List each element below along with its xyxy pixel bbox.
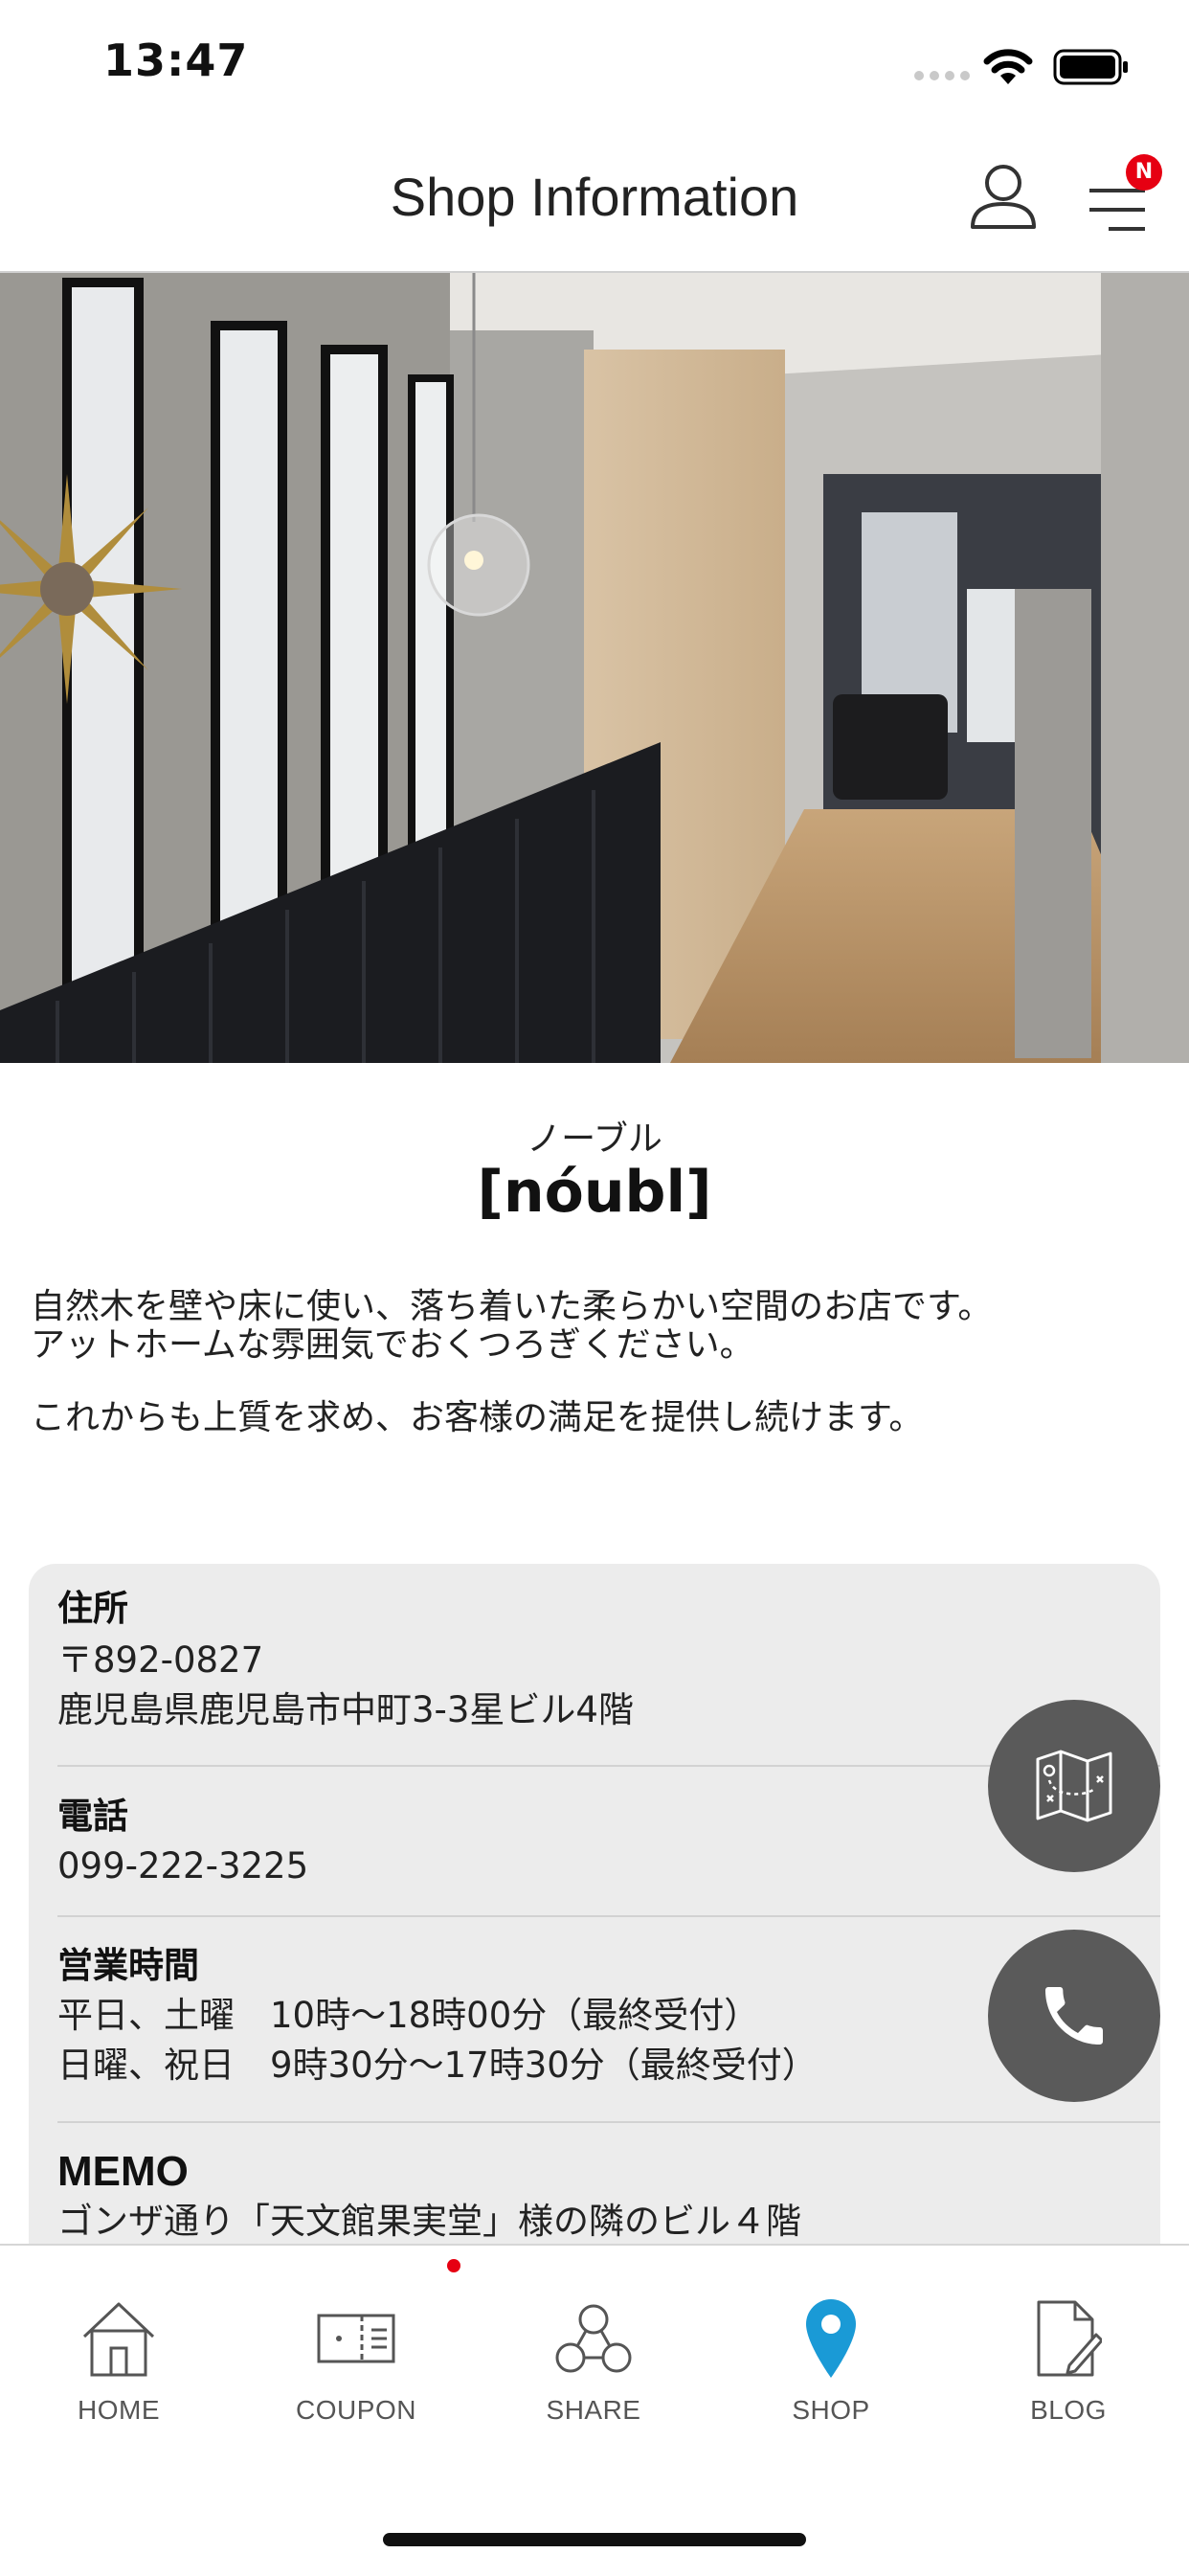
memo-section: MEMO ゴンザ通り「天文館果実堂」様の隣のビル４階 (57, 2151, 1130, 2247)
hours-section: 営業時間 平日、土曜 10時～18時00分（最終受付） 日曜、祝日 9時30分～… (57, 1945, 1130, 2090)
shop-description: 自然木を壁や床に使い、落ち着いた柔らかい空間のお店です。 アットホームな雰囲気で… (31, 1288, 1160, 1437)
phone-section: 電話 099-222-3225 (57, 1796, 1130, 1891)
call-button[interactable] (988, 1930, 1160, 2102)
tab-notification-dot (447, 2259, 460, 2272)
hours-label: 営業時間 (57, 1945, 199, 1986)
phone-label: 電話 (57, 1796, 128, 1837)
menu-button[interactable]: N (1082, 154, 1162, 240)
coupon-icon (317, 2314, 395, 2363)
description-line: 自然木を壁や床に使い、落ち着いた柔らかい空間のお店です。 (31, 1287, 993, 1326)
battery-icon (1053, 49, 1128, 85)
app-header: Shop Information N (0, 129, 1189, 273)
wifi-icon (983, 49, 1033, 84)
bottom-tab-bar: HOME COUPON SHARE SHOP BLOG (0, 2244, 1189, 2576)
tab-shop-label: SHOP (792, 2395, 870, 2425)
cellular-signal-icon (914, 71, 970, 80)
divider (57, 2121, 1160, 2123)
home-icon (82, 2302, 155, 2377)
phone-icon (1045, 1987, 1103, 2045)
blog-icon (1037, 2300, 1102, 2377)
memo-text: ゴンザ通り「天文館果実堂」様の隣のビル４階 (57, 2201, 801, 2242)
account-button[interactable] (965, 158, 1042, 235)
shop-info-card: 住所 〒892-0827 鹿児島県鹿児島市中町3-3星ビル4階 電話 099-2… (29, 1564, 1160, 2292)
user-icon (971, 165, 1036, 229)
map-button[interactable] (988, 1700, 1160, 1872)
status-time: 13:47 (103, 34, 249, 86)
share-icon (555, 2304, 632, 2373)
description-line: アットホームな雰囲気でおくつろぎください。 (31, 1325, 754, 1365)
tab-share[interactable]: SHARE (475, 2295, 712, 2439)
address-text: 鹿児島県鹿児島市中町3-3星ビル4階 (57, 1689, 634, 1730)
tab-coupon-label: COUPON (296, 2395, 416, 2425)
home-indicator[interactable] (383, 2533, 806, 2546)
phone-number[interactable]: 099-222-3225 (57, 1842, 1130, 1891)
address-section: 住所 〒892-0827 鹿児島県鹿児島市中町3-3星ビル4階 (57, 1588, 1130, 1735)
map-icon (1036, 1750, 1112, 1822)
address-label: 住所 (57, 1588, 128, 1629)
tab-blog[interactable]: BLOG (950, 2295, 1187, 2439)
tab-home-label: HOME (78, 2395, 160, 2425)
divider (57, 1915, 1160, 1917)
tab-blog-label: BLOG (1030, 2395, 1107, 2425)
shop-name-kana: ノーブル (527, 1119, 662, 1159)
tab-share-label: SHARE (546, 2395, 641, 2425)
shop-name: [nóubl] (477, 1159, 712, 1226)
hours-line: 平日、土曜 10時～18時00分（最終受付） (57, 1995, 760, 2036)
tab-shop[interactable]: SHOP (712, 2295, 950, 2439)
status-bar: 13:47 (0, 0, 1189, 129)
hours-line: 日曜、祝日 9時30分～17時30分（最終受付） (57, 2045, 818, 2086)
location-pin-icon (806, 2299, 856, 2378)
description-line: これからも上質を求め、お客様の満足を提供し続けます。 (31, 1398, 924, 1437)
notification-badge: N (1126, 154, 1162, 191)
tab-home[interactable]: HOME (0, 2295, 237, 2439)
memo-label: MEMO (57, 2148, 189, 2195)
postal-code: 〒892-0827 (57, 1639, 264, 1681)
shop-photo (0, 273, 1189, 1063)
tab-coupon[interactable]: COUPON (237, 2295, 475, 2439)
